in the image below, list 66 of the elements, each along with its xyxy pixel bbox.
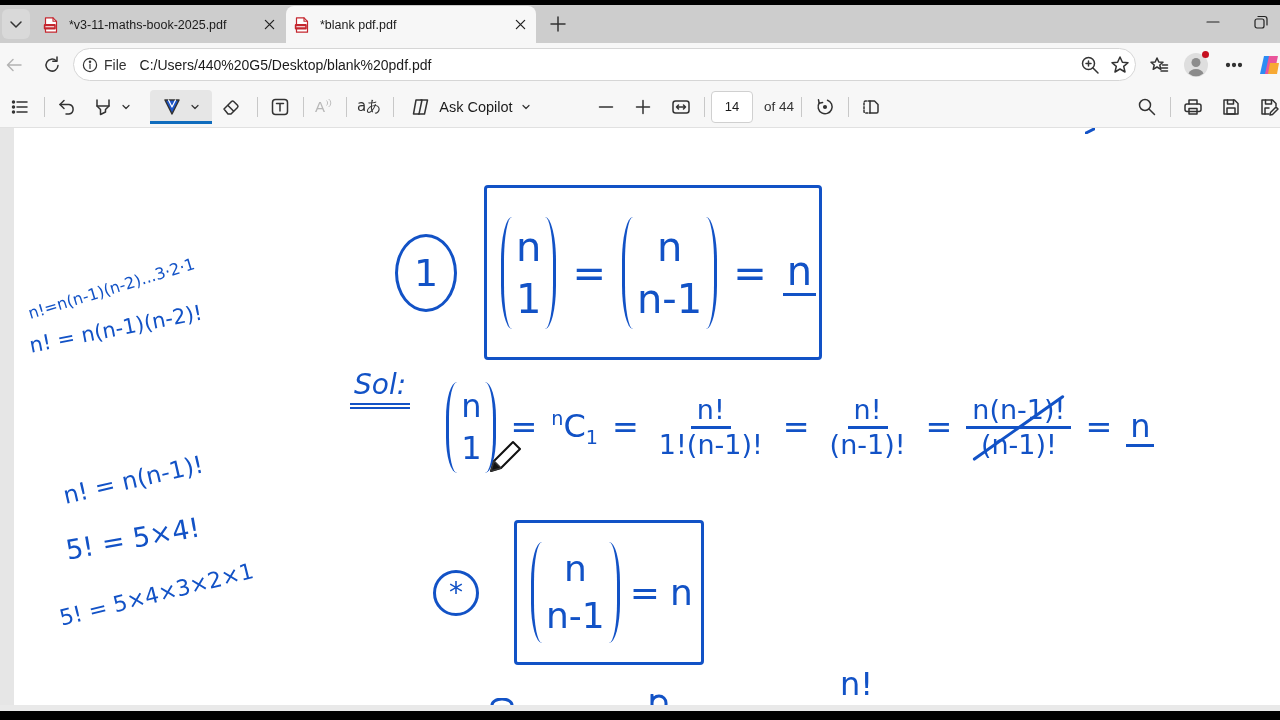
draw-tool-button[interactable]	[150, 89, 212, 124]
math-text: =	[629, 572, 660, 613]
fraction-denominator: (n-1)!	[828, 429, 907, 462]
rotate-icon[interactable]	[815, 96, 836, 117]
close-icon[interactable]	[515, 19, 526, 30]
fraction-numerator: n!	[847, 393, 888, 430]
url-text: C:/Users/440%20G5/Desktop/blank%20pdf.pdf	[139, 56, 432, 73]
refresh-icon[interactable]	[42, 54, 62, 75]
info-icon[interactable]	[82, 56, 98, 73]
pencil-cursor-icon	[488, 440, 522, 474]
math-text: =	[1085, 410, 1113, 446]
star-icon[interactable]	[1110, 54, 1130, 75]
math-text: n	[656, 222, 683, 272]
math-text: n	[669, 572, 693, 613]
tab-actions-button[interactable]	[2, 9, 30, 39]
ink-stroke-icon	[1085, 128, 1095, 134]
favorites-icon[interactable]	[1149, 54, 1169, 75]
math-text: =	[733, 250, 767, 295]
math-text: $^{n}$C$_{1}$	[551, 407, 599, 448]
math-text: n	[1126, 408, 1155, 447]
ask-copilot-button[interactable]: Ask Copilot	[407, 90, 535, 123]
restore-icon[interactable]	[1253, 14, 1269, 30]
math-text: =	[612, 410, 639, 446]
save-as-icon[interactable]	[1259, 96, 1279, 117]
translate-button[interactable]: aあ	[357, 97, 382, 116]
math-text: =	[572, 250, 606, 295]
save-icon[interactable]	[1221, 96, 1241, 117]
math-text: n-1	[546, 593, 605, 638]
ink-stroke-icon	[648, 694, 670, 705]
print-icon[interactable]	[1183, 96, 1203, 117]
handwritten-note: 5! = 5×4!	[63, 511, 203, 566]
page-number-field[interactable]: 14	[711, 90, 753, 123]
circled-label: 1	[395, 233, 457, 312]
math-text: =	[510, 410, 538, 446]
scheme-label: File	[104, 56, 127, 73]
zoom-in-icon[interactable]	[1080, 54, 1100, 75]
new-tab-plus-icon[interactable]	[550, 16, 566, 32]
math-text: n	[782, 249, 817, 296]
math-text: n	[461, 386, 482, 427]
sound-waves-icon	[326, 98, 332, 108]
browser-tab[interactable]: *blank pdf.pdf	[286, 6, 536, 43]
handwritten-note: n!	[840, 666, 874, 703]
text-box-icon[interactable]	[270, 96, 290, 117]
document-icon	[43, 16, 59, 33]
close-icon[interactable]	[264, 19, 275, 30]
ink-stroke-icon	[490, 698, 514, 705]
address-bar[interactable]: File C:/Users/440%20G5/Desktop/blank%20pdf.pdf	[73, 48, 1136, 81]
solution-label: Sol:	[350, 370, 411, 409]
math-text: =	[782, 410, 810, 446]
math-text: n-1	[636, 274, 703, 324]
avatar-icon[interactable]	[1184, 52, 1208, 77]
document-icon	[294, 16, 310, 33]
fraction-denominator: 1!(n-1)!	[657, 429, 764, 462]
math-text: =	[925, 410, 953, 446]
fraction-numerator: n!	[690, 393, 731, 430]
page-count-label: of 44	[764, 99, 795, 114]
search-icon[interactable]	[1137, 96, 1157, 117]
circled-label: *	[433, 569, 479, 616]
math-text: 1	[461, 427, 482, 469]
math-text: 1	[516, 274, 542, 324]
math-text: n	[516, 222, 542, 272]
browser-tab[interactable]: *v3-11-maths-book-2025.pdf	[35, 6, 285, 43]
pen-icon	[162, 96, 182, 117]
math-text: n	[563, 546, 587, 591]
highlighter-icon	[93, 96, 113, 117]
handwritten-note: n! = n(n-1)!	[60, 451, 207, 511]
